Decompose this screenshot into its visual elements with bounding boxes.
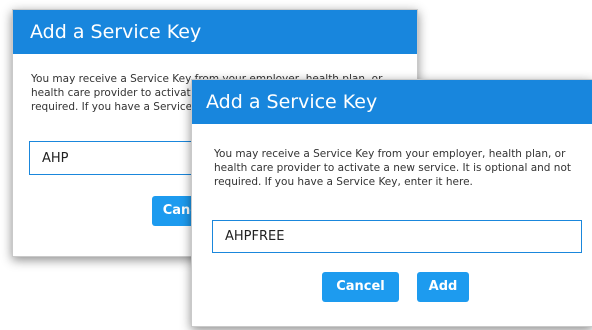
dialog-title: Add a Service Key [13,10,417,54]
dialog-title: Add a Service Key [192,80,592,124]
screenshot-stage: Add a Service Key You may receive a Serv… [0,0,592,330]
add-button[interactable]: Add [417,272,469,302]
service-key-dialog-front: Add a Service Key You may receive a Serv… [191,79,592,327]
cancel-button[interactable]: Cancel [322,272,399,302]
service-key-input[interactable] [212,220,582,253]
dialog-message: You may receive a Service Key from your … [214,148,571,188]
